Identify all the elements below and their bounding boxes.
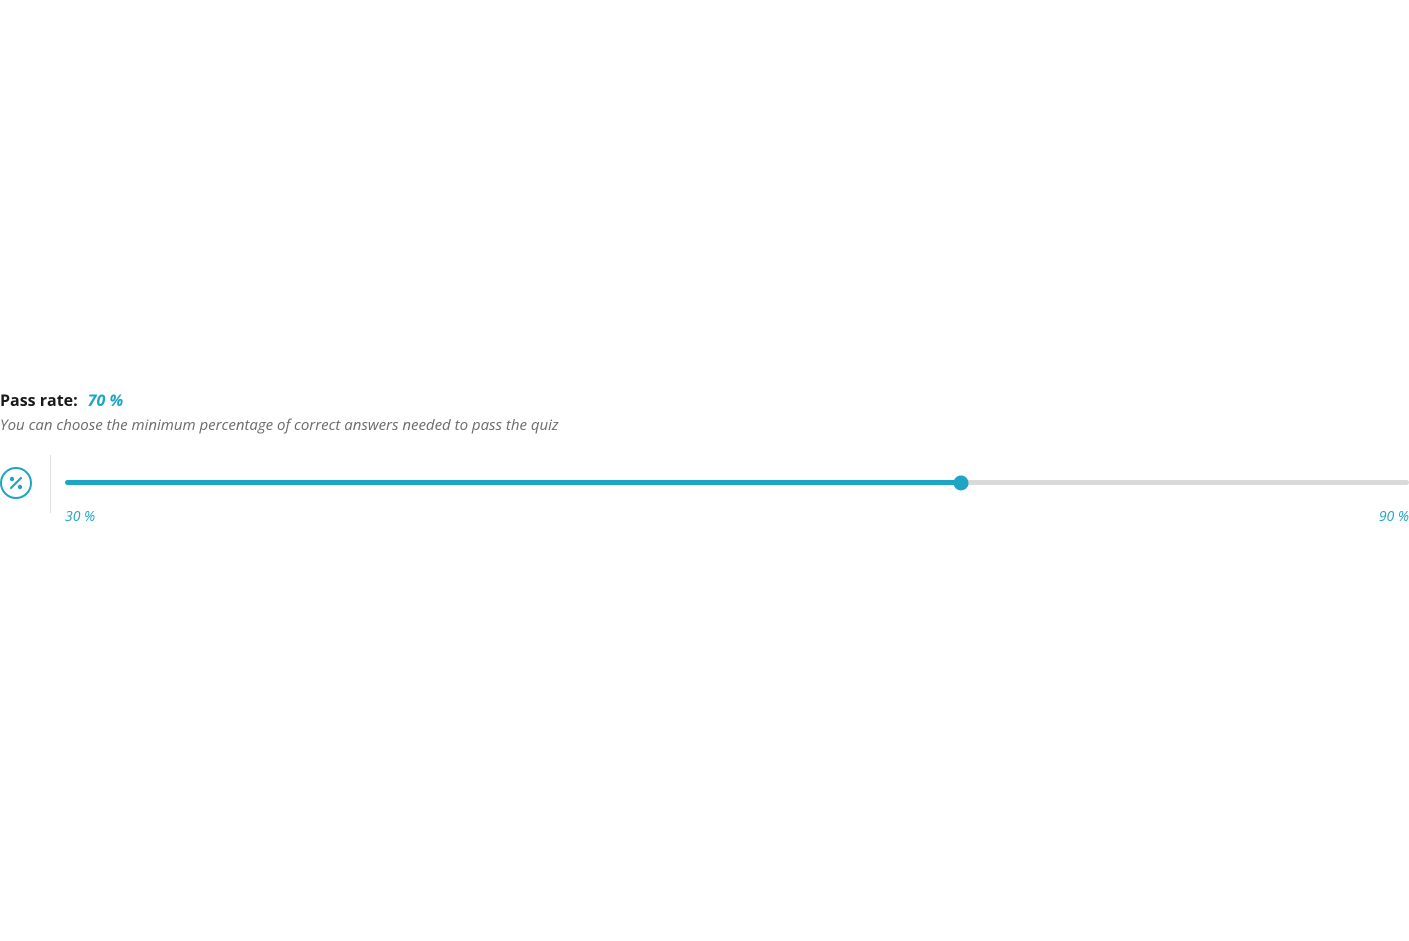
percent-glyph: [7, 474, 25, 492]
pass-rate-description: You can choose the minimum percentage of…: [0, 415, 1409, 435]
vertical-divider: [50, 455, 51, 513]
slider-min-label: 30 %: [65, 507, 95, 526]
slider-labels: 30 % 90 %: [65, 507, 1409, 526]
pass-rate-header: Pass rate: 70 %: [0, 389, 1409, 411]
pass-rate-slider[interactable]: [65, 480, 1409, 485]
slider-fill: [65, 480, 961, 485]
slider-container: 30 % 90 %: [65, 469, 1409, 526]
icon-wrapper: [0, 469, 50, 497]
pass-rate-value: 70 %: [88, 389, 123, 411]
slider-max-label: 90 %: [1379, 507, 1409, 526]
percent-icon: [0, 467, 32, 499]
pass-rate-section: Pass rate: 70 % You can choose the minim…: [0, 389, 1409, 526]
slider-thumb[interactable]: [954, 475, 969, 490]
slider-row: 30 % 90 %: [0, 469, 1409, 526]
pass-rate-label: Pass rate:: [0, 389, 78, 411]
